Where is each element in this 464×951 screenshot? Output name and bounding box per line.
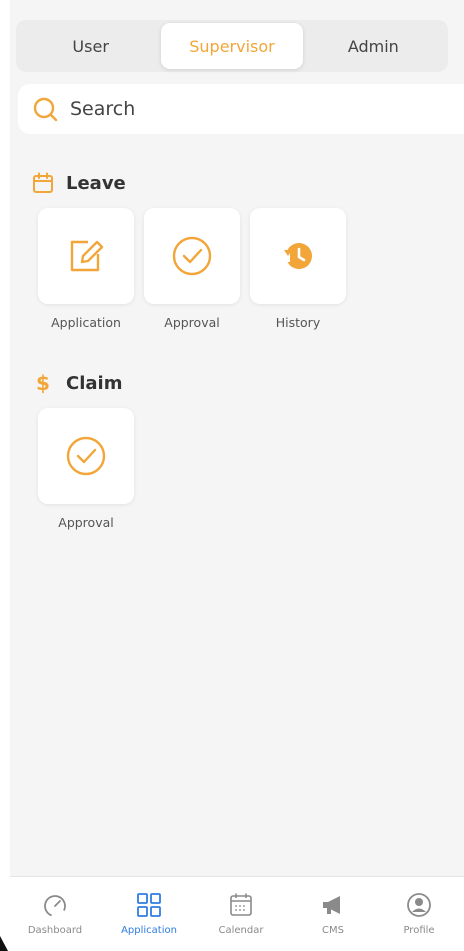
nav-application-label: Application — [121, 925, 177, 936]
history-icon — [282, 243, 312, 269]
megaphone-icon — [323, 896, 340, 914]
nav-profile-label: Profile — [403, 925, 435, 936]
leave-history-label: History — [275, 315, 321, 330]
nav-cms-label: CMS — [322, 925, 344, 936]
search-bar[interactable]: Search — [18, 84, 464, 134]
claim-section-header: $ Claim — [32, 372, 122, 394]
leave-approval-tile[interactable] — [144, 208, 240, 304]
leave-application-tile[interactable] — [38, 208, 134, 304]
leave-approval-label: Approval — [164, 315, 220, 330]
leave-history-tile[interactable] — [250, 208, 346, 304]
gauge-icon — [44, 895, 66, 917]
grid-icon — [137, 893, 161, 917]
search-label: Search — [70, 98, 136, 120]
edit-icon — [70, 240, 104, 272]
nav-dashboard-label: Dashboard — [27, 925, 83, 936]
calendar-icon — [33, 172, 53, 193]
user-circle-icon — [407, 893, 431, 917]
dollar-icon: $ — [36, 371, 50, 395]
nav-calendar-label: Calendar — [218, 925, 264, 936]
check-circle-icon — [66, 436, 106, 476]
bottom-nav: Dashboard Application Calendar CMS Profi… — [10, 876, 464, 951]
leave-section-header: Leave — [32, 172, 126, 194]
claim-approval-tile[interactable] — [38, 408, 134, 504]
nav-cms[interactable]: CMS — [288, 877, 378, 951]
claim-section-title: Claim — [66, 372, 123, 394]
leave-section-title: Leave — [66, 172, 126, 194]
role-tabs: User Supervisor Admin — [16, 20, 448, 72]
leave-application-label: Application — [51, 315, 121, 330]
nav-application[interactable]: Application — [104, 877, 194, 951]
search-icon — [33, 97, 58, 122]
check-circle-icon — [172, 236, 212, 276]
nav-calendar[interactable]: Calendar — [196, 877, 286, 951]
nav-profile[interactable]: Profile — [374, 877, 464, 951]
calendar-icon — [230, 893, 252, 916]
cursor-mark — [0, 936, 8, 951]
tab-user[interactable]: User — [20, 23, 161, 69]
tab-supervisor[interactable]: Supervisor — [161, 23, 303, 69]
tab-admin[interactable]: Admin — [303, 23, 444, 69]
claim-approval-label: Approval — [58, 515, 114, 530]
nav-dashboard[interactable]: Dashboard — [10, 877, 100, 951]
